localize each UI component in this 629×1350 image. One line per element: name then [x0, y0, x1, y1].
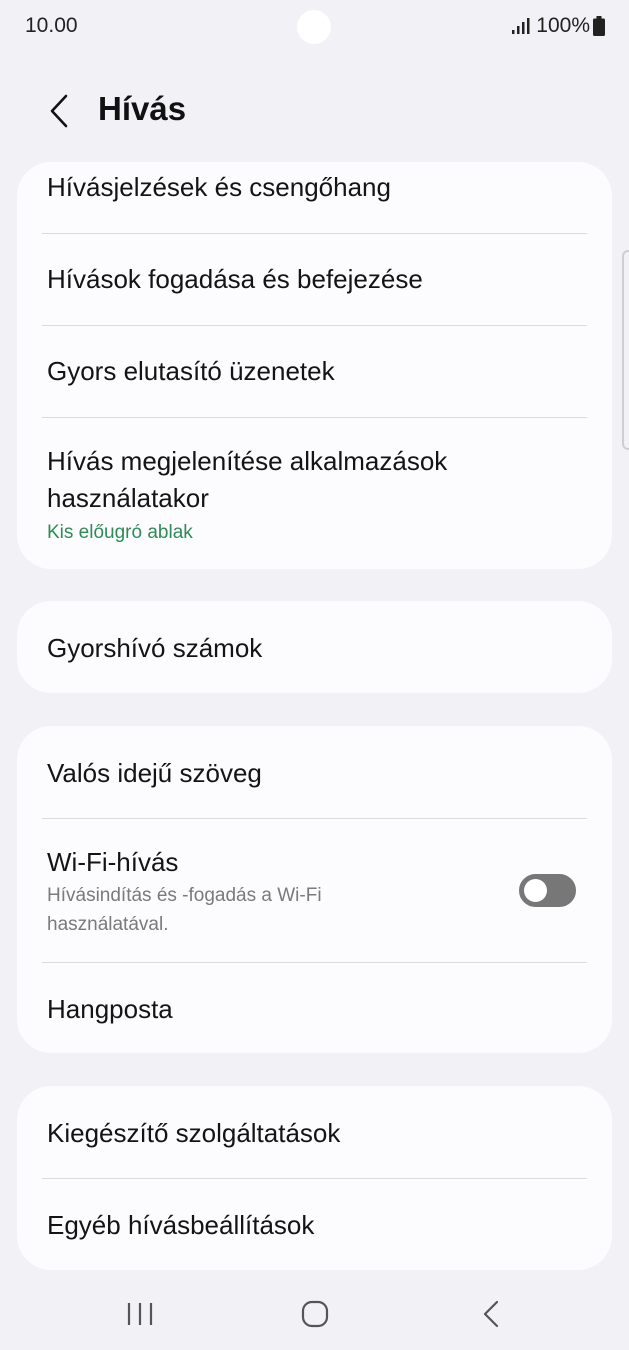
- setting-label: Wi-Fi-hívás: [47, 847, 179, 877]
- setting-summary: Hívásindítás és -fogadás a Wi-Fi: [47, 885, 322, 906]
- setting-label: Hívás megjelenítése alkalmazások: [47, 446, 448, 476]
- back-arrow-icon: [50, 94, 68, 128]
- setting-label: Egyéb hívásbeállítások: [47, 1210, 315, 1240]
- setting-supplementary-services[interactable]: Kiegészítő szolgáltatások: [17, 1086, 612, 1179]
- navigation-bar: [0, 1280, 629, 1350]
- page-title: Hívás: [98, 90, 187, 127]
- signal-icon: [512, 18, 530, 34]
- nav-back-button[interactable]: [466, 1294, 516, 1334]
- nav-back-icon: [483, 1300, 499, 1328]
- scrollbar[interactable]: [622, 250, 629, 450]
- setting-label: Kiegészítő szolgáltatások: [47, 1118, 341, 1148]
- setting-label: Hangposta: [47, 994, 173, 1024]
- recent-apps-button[interactable]: [115, 1294, 165, 1334]
- status-time: 10.00: [25, 14, 78, 37]
- setting-label-continued: használatakor: [47, 483, 209, 513]
- setting-summary: Kis előugró ablak: [47, 522, 193, 543]
- battery-icon: [593, 16, 605, 36]
- setting-call-display-in-apps[interactable]: Hívás megjelenítése alkalmazások használ…: [17, 418, 612, 569]
- camera-cutout: [297, 10, 331, 44]
- setting-speed-dial-numbers[interactable]: Gyorshívó számok: [17, 601, 612, 693]
- setting-quick-decline-messages[interactable]: Gyors elutasító üzenetek: [17, 326, 612, 418]
- setting-wifi-calling[interactable]: Wi-Fi-hívás Hívásindítás és -fogadás a W…: [17, 819, 612, 963]
- setting-summary-continued: használatával.: [47, 914, 169, 935]
- home-icon: [301, 1300, 329, 1328]
- settings-card-more: Kiegészítő szolgáltatások Egyéb hívásbeá…: [17, 1086, 612, 1270]
- settings-card-call-options: Hívásjelzések és csengőhang Hívások foga…: [17, 162, 612, 569]
- setting-real-time-text[interactable]: Valós idejű szöveg: [17, 726, 612, 819]
- setting-label: Valós idejű szöveg: [47, 758, 262, 788]
- settings-card-text-wifi-voicemail: Valós idejű szöveg Wi-Fi-hívás Hívásindí…: [17, 726, 612, 1053]
- settings-card-speed-dial: Gyorshívó számok: [17, 601, 612, 693]
- setting-label: Gyorshívó számok: [47, 633, 263, 663]
- app-header: Hívás: [0, 80, 629, 140]
- home-button[interactable]: [290, 1294, 340, 1334]
- toggle-knob: [524, 879, 547, 902]
- setting-answer-end-calls[interactable]: Hívások fogadása és befejezése: [17, 234, 612, 326]
- battery-percent: 100%: [536, 14, 590, 37]
- recent-apps-icon: [127, 1303, 153, 1325]
- setting-label: Hívások fogadása és befejezése: [47, 264, 423, 294]
- setting-other-call-settings[interactable]: Egyéb hívásbeállítások: [17, 1179, 612, 1270]
- setting-voicemail[interactable]: Hangposta: [17, 963, 612, 1053]
- back-button[interactable]: [36, 88, 82, 134]
- wifi-calling-toggle[interactable]: [519, 874, 576, 907]
- status-indicators: 100%: [512, 14, 605, 38]
- setting-label: Hívásjelzések és csengőhang: [47, 172, 391, 202]
- setting-ringtones[interactable]: Hívásjelzések és csengőhang: [17, 162, 612, 234]
- setting-label: Gyors elutasító üzenetek: [47, 356, 335, 386]
- status-bar: 10.00 100%: [0, 0, 629, 54]
